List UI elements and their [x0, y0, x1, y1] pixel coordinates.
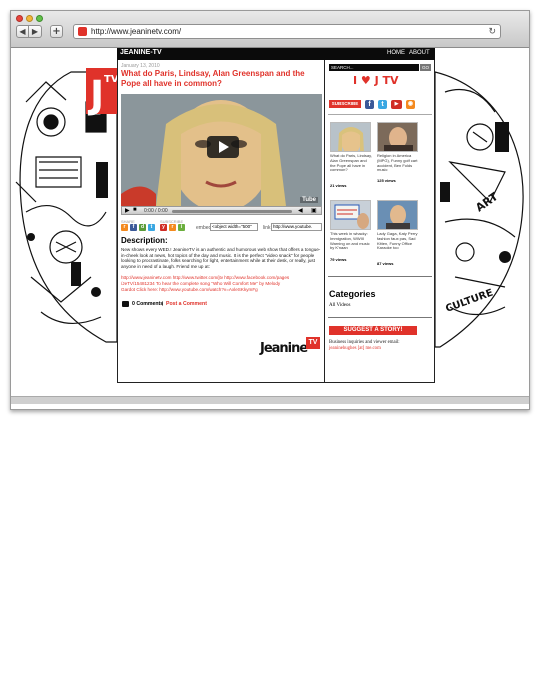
- sidebar-facebook-icon[interactable]: f: [365, 100, 374, 109]
- nav-home[interactable]: HOME: [387, 50, 405, 56]
- main-column: January 13, 2010 What do Paris, Lindsay,…: [118, 60, 324, 382]
- facebook-icon[interactable]: f: [130, 224, 137, 231]
- page-viewport: J TV ART CULTURE JEANINE-TV HOME ABOUT J…: [11, 48, 529, 404]
- video-thumb-3-image: [331, 201, 370, 229]
- site-favicon-icon: [78, 27, 87, 36]
- footer-jeanine-logo: Jeanine: [260, 341, 308, 356]
- doodle-right-illustration: ART CULTURE: [435, 71, 524, 348]
- back-button[interactable]: ◀: [16, 25, 29, 38]
- comments-count[interactable]: 0 Comments: [132, 301, 163, 307]
- back-icon: ◀: [19, 27, 26, 36]
- contact-label: Business inquiries and viewer email:: [329, 340, 400, 345]
- category-all-videos[interactable]: All Videos: [329, 303, 350, 308]
- embed-label: embed: [196, 225, 212, 231]
- itunes-icon[interactable]: i: [178, 224, 185, 231]
- play-small-icon[interactable]: ▶: [125, 207, 130, 214]
- sidebar-divider-2: [328, 276, 432, 277]
- footer-logo-text: Jeanine: [260, 341, 308, 356]
- new-tab-button[interactable]: +: [50, 25, 63, 38]
- play-icon: [219, 141, 229, 153]
- link-label: link: [263, 225, 271, 231]
- search-button[interactable]: GO: [420, 64, 431, 71]
- fullscreen-icon[interactable]: ▣: [311, 207, 317, 214]
- address-bar[interactable]: http://www.jeaninetv.com/ ↻: [73, 24, 501, 39]
- video-views-2: 125 views: [377, 178, 396, 183]
- youtube-icon[interactable]: y: [160, 224, 167, 231]
- post-comment-link[interactable]: Post a Comment: [166, 301, 207, 307]
- volume-icon[interactable]: ◀: [298, 207, 303, 214]
- stop-icon[interactable]: ■: [133, 207, 137, 213]
- url-text: http://www.jeaninetv.com/: [91, 27, 182, 36]
- jtv-logo-tv: TV: [104, 74, 117, 85]
- close-window-icon[interactable]: [16, 15, 23, 22]
- video-thumb-2[interactable]: [377, 122, 418, 152]
- video-thumb-2-image: [378, 123, 417, 151]
- forward-button[interactable]: ▶: [29, 25, 42, 38]
- nav-about[interactable]: ABOUT: [409, 50, 430, 56]
- doodle-left-illustration: J TV: [15, 68, 117, 343]
- link-url-field[interactable]: http://www.youtube.: [271, 223, 322, 231]
- site-logo[interactable]: JEANINE-TV: [120, 49, 162, 56]
- post-title[interactable]: What do Paris, Lindsay, Alan Greenspan a…: [121, 69, 323, 89]
- embed-code-field[interactable]: <object width="500": [210, 223, 258, 231]
- browser-toolbar: ◀ ▶ + http://www.jeaninetv.com/ ↻: [11, 11, 529, 48]
- plus-icon: +: [52, 26, 61, 37]
- browser-window: ◀ ▶ + http://www.jeaninetv.com/ ↻ J TV A…: [10, 10, 530, 410]
- love-jtv-logo: I ♥ J TV: [353, 74, 399, 87]
- video-thumb-4-image: [378, 201, 417, 229]
- video-progress-bar[interactable]: [172, 210, 292, 213]
- jtv-logo-letter: J: [87, 73, 104, 117]
- sidebar: SEARCH... GO I ♥ J TV SUBSCRIBE f t ▶ ◉ …: [324, 60, 435, 382]
- video-caption-2[interactable]: Religion in America (MPG), Funny golf ca…: [377, 153, 421, 173]
- youtube-watermark: Tube: [300, 197, 318, 203]
- categories-heading: Categories: [329, 289, 376, 299]
- video-thumb-3[interactable]: [330, 200, 371, 230]
- video-player[interactable]: Tube: [121, 94, 322, 206]
- browser-status-bar: [11, 396, 529, 404]
- footer-logo-tv: TV: [306, 337, 320, 349]
- video-thumb-1[interactable]: [330, 122, 371, 152]
- rss-icon[interactable]: r: [121, 224, 128, 231]
- video-views-1: 21 views: [330, 183, 347, 188]
- sidebar-twitter-icon[interactable]: t: [378, 100, 387, 109]
- video-thumb-4[interactable]: [377, 200, 418, 230]
- video-views-3: 79 views: [330, 257, 347, 262]
- rss-subscribe-icon[interactable]: r: [169, 224, 176, 231]
- comments-separator: |: [162, 301, 164, 307]
- sidebar-divider: [328, 114, 432, 115]
- forward-icon: ▶: [31, 27, 39, 36]
- video-caption-1[interactable]: What do Paris, Lindsay, Alan Greenspan a…: [330, 153, 372, 173]
- description-text: New shows every WED.! JeanineTV is an au…: [121, 247, 321, 269]
- description-heading: Description:: [121, 236, 168, 245]
- video-caption-3[interactable]: This week in whacky: Immigration, WWIII …: [330, 231, 374, 251]
- video-views-4: 87 views: [377, 261, 394, 266]
- contact-email[interactable]: jeaninehughes [at] me.com: [329, 346, 433, 351]
- twitter-icon[interactable]: t: [148, 224, 155, 231]
- search-input[interactable]: SEARCH...: [329, 64, 419, 71]
- suggest-story-button[interactable]: SUGGEST A STORY!: [329, 326, 417, 335]
- printer-icon: [122, 301, 129, 307]
- subscribe-button[interactable]: SUBSCRIBE: [329, 100, 361, 108]
- description-links-3[interactable]: Gardot Click here: http://www.youtube.co…: [121, 287, 321, 293]
- video-controls: ▶ ■ 0:00 / 0:00 ◀ ▣: [121, 206, 322, 215]
- play-button[interactable]: [207, 136, 239, 158]
- digg-icon[interactable]: d: [139, 224, 146, 231]
- minimize-window-icon[interactable]: [26, 15, 33, 22]
- video-caption-4[interactable]: Lady Gaga, Katy Perry fashion faux pas, …: [377, 231, 423, 251]
- site-content: January 13, 2010 What do Paris, Lindsay,…: [117, 60, 435, 383]
- site-header-bar: JEANINE-TV HOME ABOUT: [117, 48, 435, 60]
- video-thumb-1-image: [331, 123, 370, 151]
- description-links-2[interactable]: /JeTV/15481234 To hear the complete song…: [121, 281, 321, 287]
- sidebar-rss-icon[interactable]: ◉: [406, 100, 415, 109]
- description-links-1[interactable]: http://www.jeaninetv.com http://www.twit…: [121, 275, 321, 281]
- sidebar-youtube-icon[interactable]: ▶: [391, 100, 402, 109]
- reload-icon[interactable]: ↻: [488, 25, 496, 38]
- video-time: 0:00 / 0:00: [144, 208, 168, 214]
- sidebar-divider-3: [328, 317, 432, 318]
- zoom-window-icon[interactable]: [36, 15, 43, 22]
